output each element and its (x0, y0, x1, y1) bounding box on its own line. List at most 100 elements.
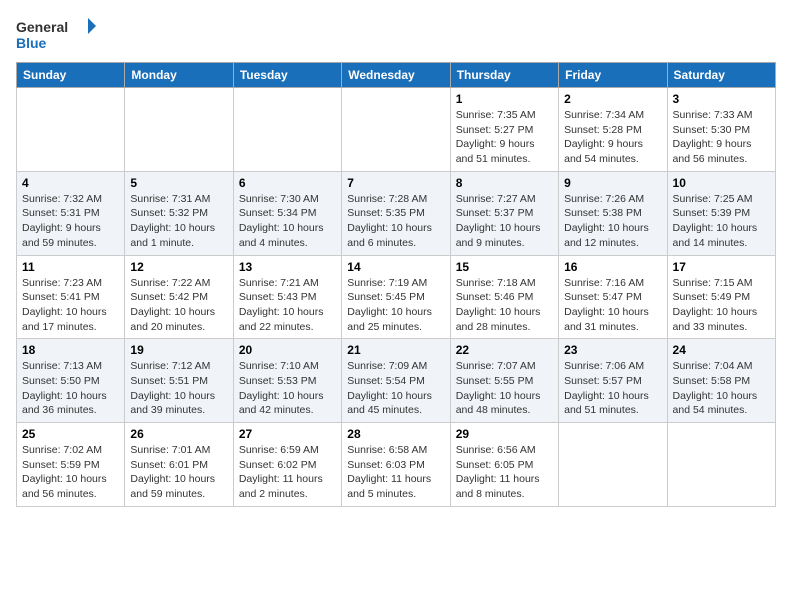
calendar-cell: 15 Sunrise: 7:18 AM Sunset: 5:46 PM Dayli… (450, 255, 558, 339)
day-number: 13 (239, 260, 336, 274)
calendar-cell: 12 Sunrise: 7:22 AM Sunset: 5:42 PM Dayli… (125, 255, 233, 339)
calendar-week-1: 1 Sunrise: 7:35 AM Sunset: 5:27 PM Daylig… (17, 88, 776, 172)
day-info: Sunrise: 7:02 AM Sunset: 5:59 PM Dayligh… (22, 443, 119, 502)
day-number: 6 (239, 176, 336, 190)
day-number: 19 (130, 343, 227, 357)
day-info: Sunrise: 7:25 AM Sunset: 5:39 PM Dayligh… (673, 192, 770, 251)
calendar-cell: 27 Sunrise: 6:59 AM Sunset: 6:02 PM Dayli… (233, 423, 341, 507)
day-info: Sunrise: 7:12 AM Sunset: 5:51 PM Dayligh… (130, 359, 227, 418)
day-number: 28 (347, 427, 444, 441)
calendar-cell: 10 Sunrise: 7:25 AM Sunset: 5:39 PM Dayli… (667, 171, 775, 255)
day-number: 17 (673, 260, 770, 274)
day-number: 27 (239, 427, 336, 441)
weekday-header-thursday: Thursday (450, 63, 558, 88)
day-info: Sunrise: 7:22 AM Sunset: 5:42 PM Dayligh… (130, 276, 227, 335)
weekday-header-sunday: Sunday (17, 63, 125, 88)
calendar-cell (125, 88, 233, 172)
day-info: Sunrise: 7:06 AM Sunset: 5:57 PM Dayligh… (564, 359, 661, 418)
day-info: Sunrise: 7:13 AM Sunset: 5:50 PM Dayligh… (22, 359, 119, 418)
calendar-cell: 5 Sunrise: 7:31 AM Sunset: 5:32 PM Daylig… (125, 171, 233, 255)
day-number: 10 (673, 176, 770, 190)
day-number: 9 (564, 176, 661, 190)
day-info: Sunrise: 7:15 AM Sunset: 5:49 PM Dayligh… (673, 276, 770, 335)
calendar-week-4: 18 Sunrise: 7:13 AM Sunset: 5:50 PM Dayli… (17, 339, 776, 423)
calendar-header-row: SundayMondayTuesdayWednesdayThursdayFrid… (17, 63, 776, 88)
calendar-cell (342, 88, 450, 172)
day-info: Sunrise: 7:04 AM Sunset: 5:58 PM Dayligh… (673, 359, 770, 418)
day-info: Sunrise: 7:16 AM Sunset: 5:47 PM Dayligh… (564, 276, 661, 335)
day-info: Sunrise: 7:32 AM Sunset: 5:31 PM Dayligh… (22, 192, 119, 251)
day-number: 4 (22, 176, 119, 190)
day-info: Sunrise: 7:09 AM Sunset: 5:54 PM Dayligh… (347, 359, 444, 418)
day-number: 1 (456, 92, 553, 106)
calendar-cell: 22 Sunrise: 7:07 AM Sunset: 5:55 PM Dayli… (450, 339, 558, 423)
calendar-cell: 3 Sunrise: 7:33 AM Sunset: 5:30 PM Daylig… (667, 88, 775, 172)
day-info: Sunrise: 7:18 AM Sunset: 5:46 PM Dayligh… (456, 276, 553, 335)
day-info: Sunrise: 7:26 AM Sunset: 5:38 PM Dayligh… (564, 192, 661, 251)
day-number: 15 (456, 260, 553, 274)
calendar-cell: 20 Sunrise: 7:10 AM Sunset: 5:53 PM Dayli… (233, 339, 341, 423)
day-number: 18 (22, 343, 119, 357)
calendar-cell: 4 Sunrise: 7:32 AM Sunset: 5:31 PM Daylig… (17, 171, 125, 255)
logo: General Blue (16, 16, 96, 56)
calendar-cell: 11 Sunrise: 7:23 AM Sunset: 5:41 PM Dayli… (17, 255, 125, 339)
calendar-cell: 7 Sunrise: 7:28 AM Sunset: 5:35 PM Daylig… (342, 171, 450, 255)
day-info: Sunrise: 7:07 AM Sunset: 5:55 PM Dayligh… (456, 359, 553, 418)
day-info: Sunrise: 7:10 AM Sunset: 5:53 PM Dayligh… (239, 359, 336, 418)
calendar-cell: 2 Sunrise: 7:34 AM Sunset: 5:28 PM Daylig… (559, 88, 667, 172)
day-number: 29 (456, 427, 553, 441)
day-number: 22 (456, 343, 553, 357)
calendar-cell: 13 Sunrise: 7:21 AM Sunset: 5:43 PM Dayli… (233, 255, 341, 339)
day-number: 2 (564, 92, 661, 106)
svg-text:Blue: Blue (16, 35, 47, 51)
calendar-cell: 21Sunrise: 7:09 AM Sunset: 5:54 PM Dayli… (342, 339, 450, 423)
page-header: General Blue (16, 16, 776, 56)
calendar-cell: 28 Sunrise: 6:58 AM Sunset: 6:03 PM Dayli… (342, 423, 450, 507)
calendar-cell: 6 Sunrise: 7:30 AM Sunset: 5:34 PM Daylig… (233, 171, 341, 255)
day-info: Sunrise: 7:21 AM Sunset: 5:43 PM Dayligh… (239, 276, 336, 335)
calendar-table: SundayMondayTuesdayWednesdayThursdayFrid… (16, 62, 776, 507)
calendar-cell: 17 Sunrise: 7:15 AM Sunset: 5:49 PM Dayli… (667, 255, 775, 339)
day-number: 12 (130, 260, 227, 274)
calendar-cell: 8Sunrise: 7:27 AM Sunset: 5:37 PM Daylig… (450, 171, 558, 255)
day-number: 20 (239, 343, 336, 357)
day-info: Sunrise: 6:59 AM Sunset: 6:02 PM Dayligh… (239, 443, 336, 502)
calendar-cell: 24Sunrise: 7:04 AM Sunset: 5:58 PM Dayli… (667, 339, 775, 423)
calendar-cell: 14Sunrise: 7:19 AM Sunset: 5:45 PM Dayli… (342, 255, 450, 339)
day-number: 23 (564, 343, 661, 357)
day-number: 11 (22, 260, 119, 274)
day-number: 7 (347, 176, 444, 190)
day-number: 5 (130, 176, 227, 190)
day-info: Sunrise: 7:01 AM Sunset: 6:01 PM Dayligh… (130, 443, 227, 502)
calendar-cell (559, 423, 667, 507)
day-number: 8 (456, 176, 553, 190)
day-info: Sunrise: 6:58 AM Sunset: 6:03 PM Dayligh… (347, 443, 444, 502)
calendar-cell: 29 Sunrise: 6:56 AM Sunset: 6:05 PM Dayli… (450, 423, 558, 507)
calendar-cell: 26Sunrise: 7:01 AM Sunset: 6:01 PM Dayli… (125, 423, 233, 507)
weekday-header-tuesday: Tuesday (233, 63, 341, 88)
day-info: Sunrise: 7:31 AM Sunset: 5:32 PM Dayligh… (130, 192, 227, 251)
calendar-cell: 18 Sunrise: 7:13 AM Sunset: 5:50 PM Dayli… (17, 339, 125, 423)
calendar-cell: 9 Sunrise: 7:26 AM Sunset: 5:38 PM Daylig… (559, 171, 667, 255)
calendar-cell: 1 Sunrise: 7:35 AM Sunset: 5:27 PM Daylig… (450, 88, 558, 172)
weekday-header-friday: Friday (559, 63, 667, 88)
day-info: Sunrise: 7:34 AM Sunset: 5:28 PM Dayligh… (564, 108, 661, 167)
calendar-cell: 25Sunrise: 7:02 AM Sunset: 5:59 PM Dayli… (17, 423, 125, 507)
calendar-cell (233, 88, 341, 172)
day-info: Sunrise: 7:35 AM Sunset: 5:27 PM Dayligh… (456, 108, 553, 167)
day-info: Sunrise: 7:33 AM Sunset: 5:30 PM Dayligh… (673, 108, 770, 167)
svg-text:General: General (16, 19, 68, 35)
calendar-cell: 19 Sunrise: 7:12 AM Sunset: 5:51 PM Dayli… (125, 339, 233, 423)
calendar-cell: 23 Sunrise: 7:06 AM Sunset: 5:57 PM Dayli… (559, 339, 667, 423)
logo-svg: General Blue (16, 16, 96, 56)
weekday-header-saturday: Saturday (667, 63, 775, 88)
day-number: 3 (673, 92, 770, 106)
calendar-cell (17, 88, 125, 172)
day-info: Sunrise: 6:56 AM Sunset: 6:05 PM Dayligh… (456, 443, 553, 502)
calendar-cell (667, 423, 775, 507)
calendar-week-2: 4 Sunrise: 7:32 AM Sunset: 5:31 PM Daylig… (17, 171, 776, 255)
day-info: Sunrise: 7:28 AM Sunset: 5:35 PM Dayligh… (347, 192, 444, 251)
day-info: Sunrise: 7:30 AM Sunset: 5:34 PM Dayligh… (239, 192, 336, 251)
calendar-week-5: 25Sunrise: 7:02 AM Sunset: 5:59 PM Dayli… (17, 423, 776, 507)
day-info: Sunrise: 7:23 AM Sunset: 5:41 PM Dayligh… (22, 276, 119, 335)
